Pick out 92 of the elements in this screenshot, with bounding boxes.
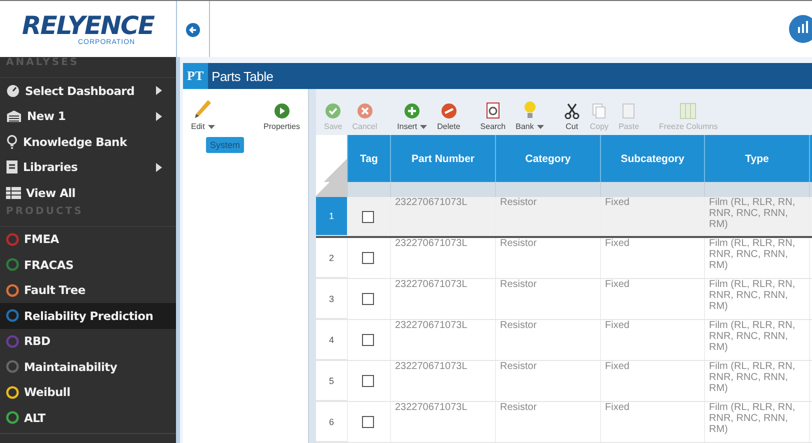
row-number[interactable]: 5	[316, 361, 347, 401]
tag-checkbox[interactable]	[362, 210, 374, 222]
submenu-arrow-icon	[156, 162, 162, 172]
table-cell: Film (RL, RLR, RN, RNR, RNC, RNN, RM)	[704, 320, 809, 360]
cabinet-icon	[6, 110, 22, 122]
play-circle-icon	[274, 103, 290, 119]
tag-checkbox[interactable]	[362, 416, 374, 428]
toolbar-button[interactable]: Properties	[260, 103, 304, 131]
lightbulb-icon	[6, 134, 18, 149]
table-cell: Fixed	[600, 197, 704, 236]
close-icon	[356, 103, 373, 119]
book-icon	[6, 160, 18, 174]
lightbulb-icon	[524, 101, 536, 119]
filter-corner	[316, 182, 347, 197]
table-icon	[6, 186, 21, 199]
table-cell: Resistor	[495, 197, 600, 236]
submenu-arrow-icon	[156, 86, 162, 96]
toolbar-button[interactable]: Search	[476, 102, 510, 131]
clipboard-icon	[622, 103, 636, 119]
table-cell: Film (RL, RLR, RN, RNR, RNC, RNN, RM)	[704, 238, 809, 278]
table-cell: Resistor	[495, 279, 600, 319]
column-header[interactable]: Tag	[347, 135, 390, 182]
tag-checkbox[interactable]	[362, 252, 374, 264]
table-cell: Film (RL, RLR, RN, RNR, RNC, RNN, RM)	[704, 402, 809, 442]
table-cell: Resistor	[495, 320, 600, 360]
toolbar-button[interactable]: Bank	[512, 101, 548, 131]
sidebar-item[interactable]: ALT	[0, 405, 176, 430]
toolbar-button[interactable]: Cut	[560, 103, 584, 131]
caret-icon	[420, 124, 428, 128]
toolbar-button[interactable]: Edit	[187, 99, 219, 131]
table-cell: Film (RL, RLR, RN, RNR, RNC, RNN, RM)	[704, 279, 809, 319]
table-cell: Fixed	[600, 361, 704, 401]
column-header[interactable]: Category	[495, 135, 600, 182]
logo-wordmark: RELYENCE	[22, 12, 154, 38]
add-icon	[404, 103, 420, 119]
caret-icon	[208, 124, 215, 128]
column-header[interactable]: Type	[704, 135, 809, 182]
table-cell: Film (RL, RLR, RN, RNR, RNC, RNN, RM)	[704, 361, 809, 401]
panel-badge: PT	[183, 63, 208, 89]
row-number[interactable]: 1	[316, 197, 347, 236]
sidebar-item[interactable]: FRACAS	[0, 252, 176, 278]
toolbar-button[interactable]: Insert	[393, 103, 432, 131]
table-cell: 232270671073L	[390, 361, 495, 401]
sidebar-item[interactable]: Maintainability	[0, 354, 176, 380]
table-cell: 232270671073L	[390, 402, 495, 442]
row-number[interactable]: 6	[316, 402, 347, 442]
table-cell: 232270671073L	[390, 320, 495, 360]
row-number[interactable]: 4	[316, 320, 347, 360]
column-header[interactable]: Part Number	[390, 135, 495, 182]
copy-icon	[592, 103, 606, 119]
submenu-arrow-icon	[156, 112, 162, 121]
back-arrow-icon[interactable]	[186, 22, 200, 36]
splitter-handle[interactable]	[308, 89, 316, 443]
remove-icon	[440, 103, 457, 119]
table-cell: 232270671073L	[390, 238, 495, 278]
toolbar-button[interactable]: Delete	[433, 103, 464, 131]
table-cell: Fixed	[600, 402, 704, 442]
row-number[interactable]: 3	[316, 279, 347, 319]
sidebar-item[interactable]: Reliability Prediction	[0, 303, 176, 328]
table-cell: Fixed	[600, 320, 704, 360]
sidebar-item[interactable]: RBD	[0, 328, 176, 354]
row-number[interactable]: 2	[316, 238, 347, 278]
panel-title: Parts Table	[212, 68, 274, 84]
gauge-icon	[6, 84, 20, 98]
table-cell: Fixed	[600, 238, 704, 278]
sidebar-item[interactable]: Libraries	[0, 154, 176, 180]
table-cell: Resistor	[495, 361, 600, 401]
column-header[interactable]: Subcategory	[600, 135, 704, 182]
sidebar-item[interactable]: Select Dashboard	[0, 78, 176, 104]
table-cell: Resistor	[495, 238, 600, 278]
sidebar-item[interactable]: New 1	[0, 104, 176, 129]
table-cell: 232270671073L	[390, 279, 495, 319]
tag-checkbox[interactable]	[362, 375, 374, 387]
sidebar-item[interactable]: Knowledge Bank	[0, 129, 176, 154]
sidebar-item[interactable]: Weibull	[0, 380, 176, 405]
caret-icon	[536, 124, 544, 128]
sidebar-item[interactable]: Fault Tree	[0, 278, 176, 303]
table-cell: Resistor	[495, 402, 600, 442]
chart-globe-icon[interactable]	[788, 14, 812, 44]
collapse-tab[interactable]	[176, 1, 210, 58]
checkmark-icon	[325, 103, 342, 119]
tag-checkbox[interactable]	[362, 293, 374, 305]
scissors-icon	[564, 103, 580, 119]
pencil-icon	[194, 99, 212, 119]
table-cell: Film (RL, RLR, RN, RNR, RNC, RNN, RM)	[704, 197, 809, 236]
columns-icon	[680, 103, 696, 119]
table-cell: Fixed	[600, 279, 704, 319]
document-search-icon	[486, 102, 500, 119]
table-cell: 232270671073L	[390, 197, 495, 236]
tag-checkbox[interactable]	[362, 334, 374, 346]
sidebar-item[interactable]: View All	[0, 180, 176, 206]
sidebar-item[interactable]: FMEA	[0, 226, 176, 252]
